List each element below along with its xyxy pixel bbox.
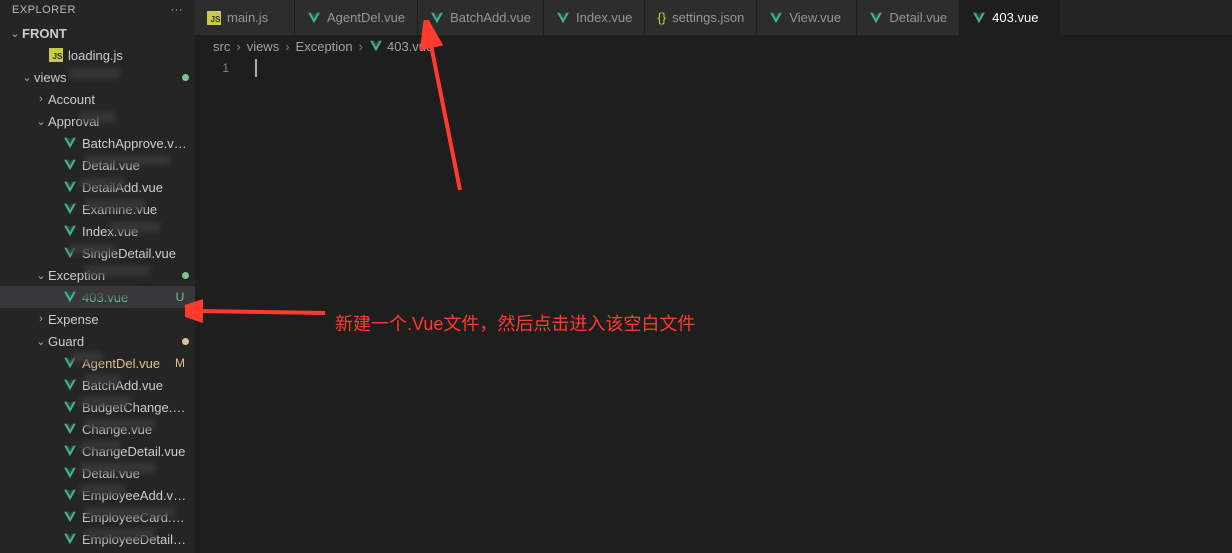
- breadcrumb-item[interactable]: src: [213, 39, 230, 54]
- vue-icon: [556, 11, 570, 25]
- chevron-icon: ⌄: [20, 71, 34, 84]
- editor-tab[interactable]: JS main.js: [195, 0, 295, 35]
- breadcrumb-label: views: [247, 39, 280, 54]
- tree-item-label: BatchApprove.vue: [82, 136, 187, 151]
- explorer-header: EXPLORER ···: [0, 0, 195, 20]
- vue-icon: [62, 466, 78, 480]
- tab-label: View.vue: [789, 10, 841, 25]
- tab-label: 403.vue: [992, 10, 1038, 25]
- explorer-title: EXPLORER: [12, 4, 76, 16]
- git-status-dot: [182, 338, 189, 345]
- breadcrumb-separator: ›: [355, 39, 367, 54]
- vue-icon: [62, 136, 78, 150]
- tab-label: AgentDel.vue: [327, 10, 405, 25]
- text-cursor: [255, 59, 257, 77]
- vue-icon: [62, 202, 78, 216]
- tab-label: Index.vue: [576, 10, 632, 25]
- tree-folder[interactable]: ›Account: [0, 88, 195, 110]
- js-icon: JS: [207, 11, 221, 25]
- vue-icon: [62, 444, 78, 458]
- editor-tab[interactable]: Detail.vue: [857, 0, 960, 35]
- chevron-down-icon: ⌄: [8, 27, 22, 40]
- editor-tab[interactable]: View.vue: [757, 0, 857, 35]
- editor-tab[interactable]: AgentDel.vue: [295, 0, 418, 35]
- line-number: 1: [195, 59, 229, 77]
- chevron-icon: ⌄: [34, 115, 48, 128]
- svg-text:JS: JS: [211, 15, 222, 24]
- annotation-text: 新建一个.Vue文件，然后点击进入该空白文件: [335, 310, 695, 336]
- vue-icon: [62, 290, 78, 304]
- breadcrumb-separator: ›: [281, 39, 293, 54]
- tab-label: BatchAdd.vue: [450, 10, 531, 25]
- vue-icon: [769, 11, 783, 25]
- vue-icon: [62, 488, 78, 502]
- breadcrumb[interactable]: src›views›Exception› 403.vue: [195, 35, 1232, 57]
- vue-icon: [62, 532, 78, 546]
- tab-label: main.js: [227, 10, 268, 25]
- explorer-more-icon[interactable]: ···: [171, 4, 184, 16]
- editor-tab[interactable]: {} settings.json: [645, 0, 757, 35]
- editor-tabs: JS main.js AgentDel.vue BatchAdd.vue Index.v…: [195, 0, 1232, 35]
- code-editor[interactable]: 1: [195, 57, 1232, 553]
- chevron-icon: ›: [34, 93, 48, 105]
- vue-icon: [62, 378, 78, 392]
- chevron-icon: ⌄: [34, 335, 48, 348]
- git-status-badge: U: [173, 290, 187, 304]
- chevron-icon: ⌄: [34, 269, 48, 282]
- vue-icon: [62, 158, 78, 172]
- editor-tab[interactable]: Index.vue: [544, 0, 645, 35]
- tree-item-label: Approval: [48, 114, 187, 129]
- vue-icon: [430, 11, 444, 25]
- tree-folder[interactable]: ›Expense: [0, 308, 195, 330]
- tab-label: Detail.vue: [889, 10, 947, 25]
- git-status-badge: M: [173, 356, 187, 370]
- tree-item-label: loading.js: [68, 48, 187, 63]
- breadcrumb-item[interactable]: Exception: [296, 39, 353, 54]
- svg-text:JS: JS: [53, 52, 64, 61]
- project-root[interactable]: ⌄ FRONT: [0, 22, 195, 44]
- breadcrumb-label: 403.vue: [387, 39, 433, 54]
- tree-folder[interactable]: ⌄Guard: [0, 330, 195, 352]
- js-icon: JS: [48, 48, 64, 62]
- breadcrumb-item[interactable]: 403.vue: [369, 39, 433, 54]
- git-status-dot: [182, 74, 189, 81]
- editor-tab[interactable]: 403.vue: [960, 0, 1060, 35]
- tree-item-label: Account: [48, 92, 187, 107]
- tree-item-label: Expense: [48, 312, 187, 327]
- tree-file[interactable]: JS loading.js: [0, 44, 195, 66]
- editor-content[interactable]: [255, 57, 1232, 553]
- vue-icon: [62, 422, 78, 436]
- tree-file[interactable]: BatchApprove.vue: [0, 132, 195, 154]
- breadcrumb-label: Exception: [296, 39, 353, 54]
- chevron-icon: ›: [34, 313, 48, 325]
- root-label: FRONT: [22, 26, 187, 41]
- editor-area: JS main.js AgentDel.vue BatchAdd.vue Index.v…: [195, 0, 1232, 553]
- git-status-dot: [182, 272, 189, 279]
- tree-file[interactable]: Index.vue: [0, 220, 195, 242]
- tree-item-label: Guard: [48, 334, 187, 349]
- vue-icon: [307, 11, 321, 25]
- line-numbers: 1: [195, 57, 245, 77]
- breadcrumb-label: src: [213, 39, 230, 54]
- vue-icon: [62, 510, 78, 524]
- vue-icon: [62, 400, 78, 414]
- breadcrumb-item[interactable]: views: [247, 39, 280, 54]
- editor-tab[interactable]: BatchAdd.vue: [418, 0, 544, 35]
- vue-icon: [869, 11, 883, 25]
- vue-icon: [62, 224, 78, 238]
- tab-label: settings.json: [672, 10, 744, 25]
- vue-icon: [972, 11, 986, 25]
- breadcrumb-separator: ›: [232, 39, 244, 54]
- vue-icon: [62, 180, 78, 194]
- json-icon: {}: [657, 10, 666, 25]
